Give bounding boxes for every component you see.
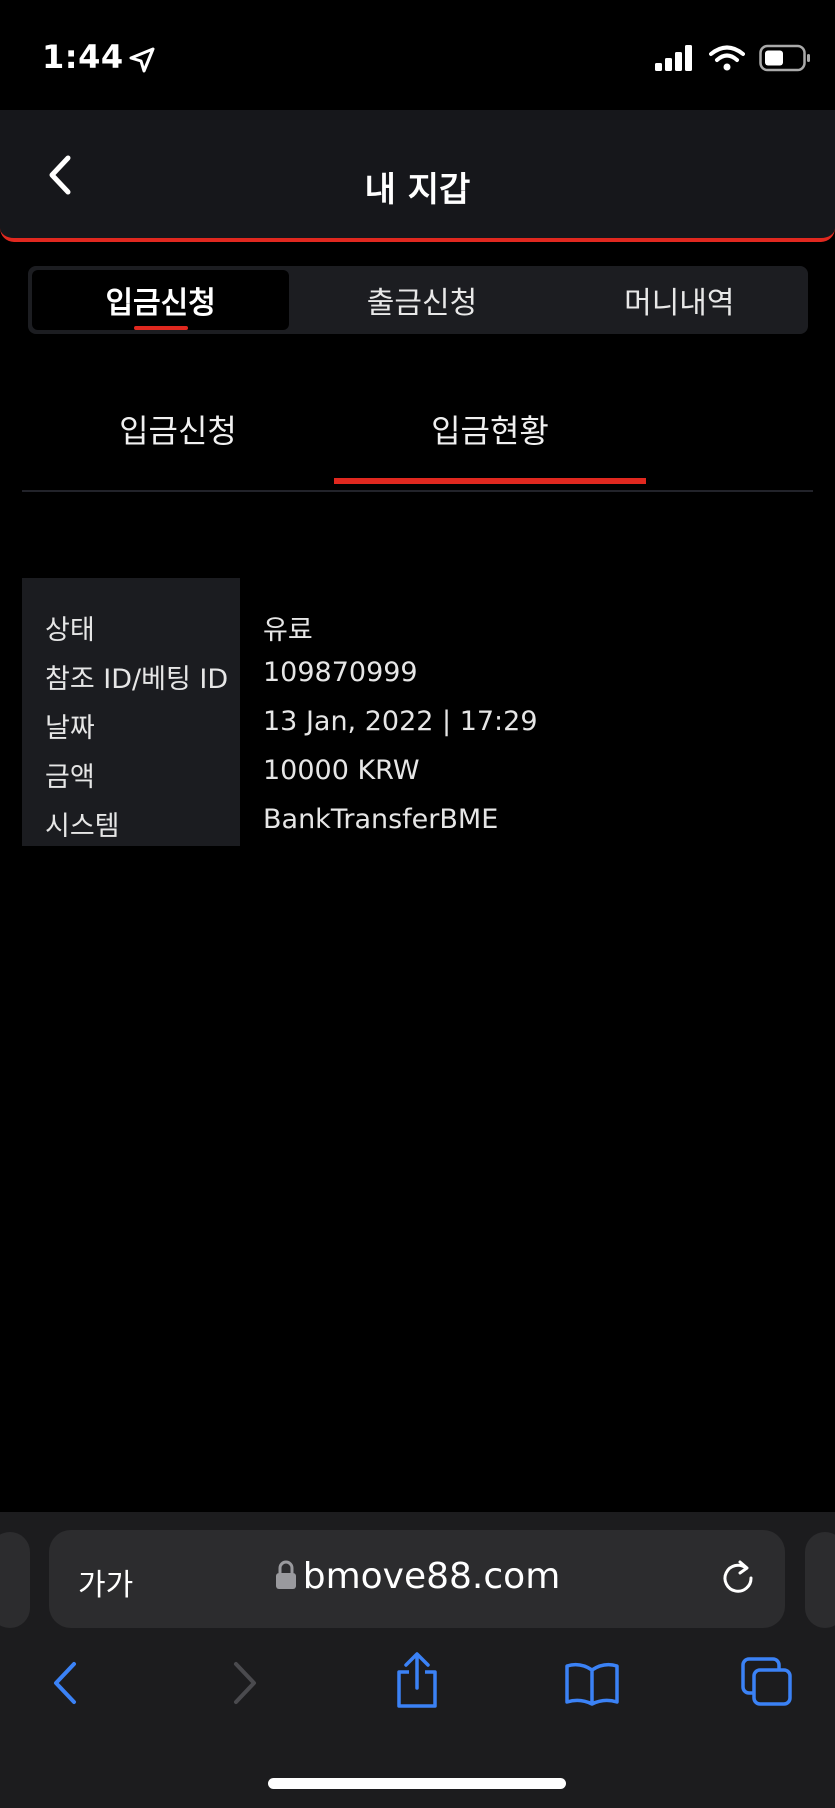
- info-label: 시스템: [45, 811, 120, 842]
- tabs-icon[interactable]: [740, 1656, 794, 1708]
- info-value: 13 Jan, 2022 | 17:29: [263, 706, 538, 737]
- wifi-icon: [709, 45, 745, 71]
- info-row-status: 상태 유료: [0, 608, 835, 656]
- battery-icon: [759, 44, 810, 72]
- subtab-deposit-status[interactable]: 입금현황: [334, 406, 646, 452]
- info-row-reference-id: 참조 ID/베팅 ID 109870999: [0, 657, 835, 705]
- home-indicator: [268, 1778, 566, 1789]
- lock-icon: [275, 1560, 296, 1589]
- url-text: bmove88.com: [302, 1556, 561, 1597]
- app-header: 내 지갑: [0, 110, 835, 242]
- info-row-amount: 금액 10000 KRW: [0, 755, 835, 803]
- tab-label: 출금신청: [366, 286, 478, 321]
- main-tabs: 입금신청 출금신청 머니내역: [28, 266, 808, 334]
- tab-label: 입금신청: [105, 286, 216, 321]
- info-row-system: 시스템 BankTransferBME: [0, 804, 835, 852]
- info-label: 참조 ID/베팅 ID: [45, 664, 229, 695]
- share-icon[interactable]: [392, 1652, 442, 1710]
- status-bar: 1:44: [0, 0, 835, 110]
- info-label: 날짜: [45, 713, 95, 744]
- location-arrow-icon: [129, 47, 155, 73]
- info-label: 금액: [45, 762, 95, 793]
- subtab-deposit-request[interactable]: 입금신청: [78, 406, 278, 452]
- info-label: 상태: [45, 615, 95, 646]
- tab-money-history[interactable]: 머니내역: [551, 266, 808, 334]
- info-value: 10000 KRW: [263, 755, 420, 786]
- status-icons: [655, 44, 811, 72]
- active-subtab-indicator: [334, 478, 646, 484]
- bookmarks-icon[interactable]: [564, 1660, 620, 1706]
- info-value: BankTransferBME: [263, 804, 499, 835]
- browser-forward-icon[interactable]: [228, 1660, 262, 1706]
- active-tab-underline: [133, 326, 188, 330]
- info-row-date: 날짜 13 Jan, 2022 | 17:29: [0, 706, 835, 754]
- cellular-signal-icon: [655, 45, 692, 71]
- status-time: 1:44: [42, 38, 124, 76]
- info-value: 유료: [263, 615, 313, 646]
- tab-label: 머니내역: [624, 286, 735, 321]
- tab-deposit-request[interactable]: 입금신청: [32, 270, 290, 330]
- url-display[interactable]: bmove88.com: [0, 1556, 835, 1597]
- info-value: 109870999: [263, 657, 418, 688]
- page-title: 내 지갑: [364, 170, 471, 210]
- reload-icon[interactable]: [718, 1558, 758, 1598]
- browser-back-icon[interactable]: [48, 1660, 82, 1706]
- tab-withdraw-request[interactable]: 출금신청: [293, 266, 550, 334]
